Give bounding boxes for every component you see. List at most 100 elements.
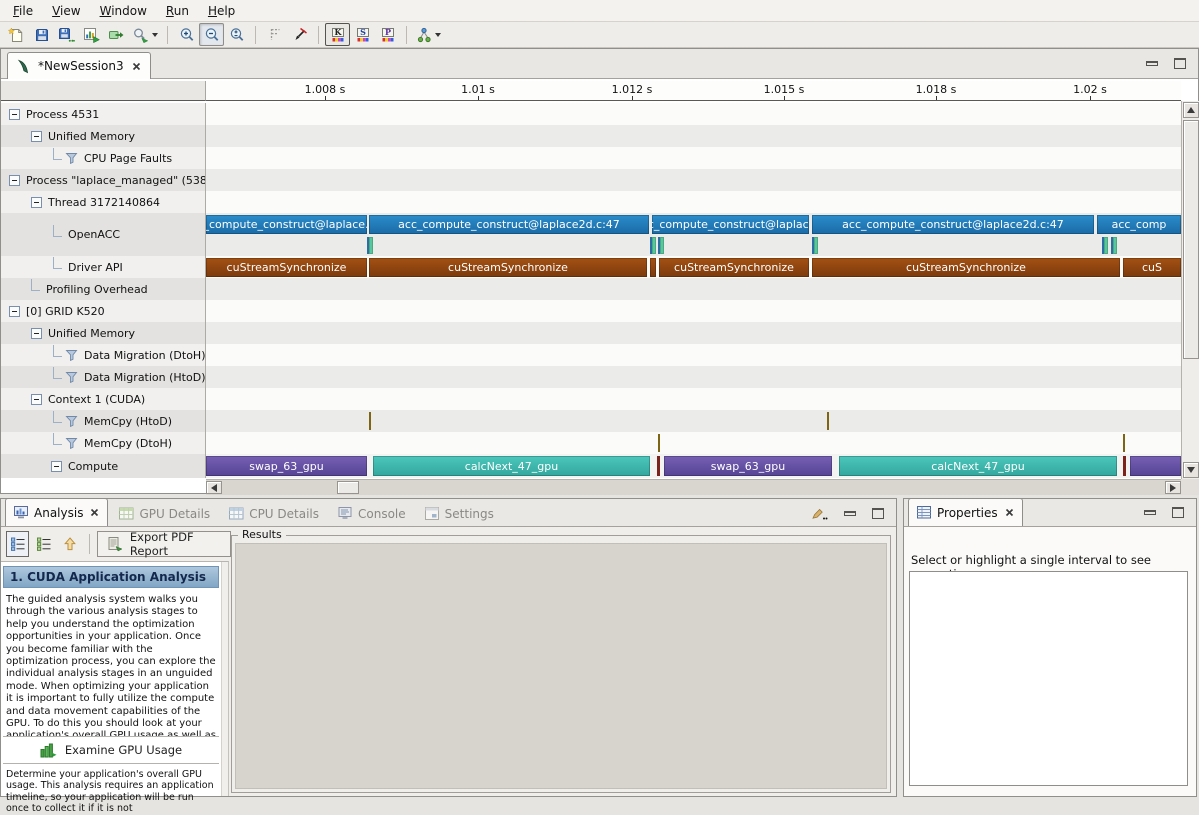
examine-gpu-usage-button[interactable]: Examine GPU Usage <box>3 736 219 764</box>
scroll-left-button[interactable] <box>206 481 222 494</box>
timeline-row-label-unified-memory[interactable]: Unified Memory <box>1 125 206 147</box>
axis-marker-button[interactable] <box>262 23 287 46</box>
vertical-scrollbar[interactable] <box>1181 101 1199 479</box>
vertical-scroll-thumb[interactable] <box>1183 120 1199 359</box>
timeline-row-label-context-1-cuda-[interactable]: Context 1 (CUDA) <box>1 388 206 410</box>
kernel-interval-tick[interactable] <box>1123 456 1126 476</box>
close-icon[interactable] <box>132 62 141 71</box>
tab-gpu-details[interactable]: GPU Details <box>111 501 218 526</box>
dropdown-caret-icon[interactable] <box>435 33 441 37</box>
zoom-in-button[interactable] <box>174 23 199 46</box>
timeline-row-label-data-migration-dtoh-[interactable]: Data Migration (DtoH) <box>1 344 206 366</box>
interval-bar-openacc[interactable]: acc_compute_construct@laplace... <box>652 215 809 234</box>
interval-bar-driver-api[interactable]: cuStreamSynchronize <box>206 258 367 277</box>
timeline-row-label-memcpy-htod-[interactable]: MemCpy (HtoD) <box>1 410 206 432</box>
tab-settings[interactable]: Settings <box>417 501 502 526</box>
minimize-icon[interactable] <box>1144 510 1156 515</box>
minimize-icon[interactable] <box>844 511 856 516</box>
collapse-minus-icon[interactable] <box>31 394 42 405</box>
maximize-icon[interactable] <box>872 508 884 519</box>
menu-file[interactable]: File <box>4 2 43 20</box>
memcpy-interval-tick[interactable] <box>1123 434 1125 452</box>
zoom-fit-button[interactable] <box>224 23 249 46</box>
memcpy-interval-tick[interactable] <box>658 434 660 452</box>
timeline-ruler[interactable]: 1.008 s1.01 s1.012 s1.015 s1.018 s1.02 s <box>206 81 1181 101</box>
menu-help[interactable]: Help <box>199 2 245 20</box>
interval-bar-kernel[interactable]: swap_63_gpu <box>206 456 367 476</box>
timeline-row-label-thread-3172140864[interactable]: Thread 3172140864 <box>1 191 206 213</box>
openacc-wait-mark[interactable] <box>812 237 818 254</box>
new-session-button[interactable] <box>4 23 29 46</box>
export-pdf-report-button[interactable]: Export PDF Report <box>97 531 231 557</box>
collapse-minus-icon[interactable] <box>9 306 20 317</box>
view-menu-icon[interactable] <box>811 507 828 520</box>
collapse-minus-icon[interactable] <box>51 461 62 472</box>
horizontal-scrollbar[interactable] <box>206 479 1181 495</box>
timeline-row-label-memcpy-dtoh-[interactable]: MemCpy (DtoH) <box>1 432 206 454</box>
interval-bar-driver-api[interactable]: cuS <box>1123 258 1181 277</box>
collapse-minus-icon[interactable] <box>31 131 42 142</box>
interval-bar-driver-api[interactable]: cuStreamSynchronize <box>812 258 1120 277</box>
properties-tab[interactable]: Properties <box>908 498 1023 526</box>
scroll-right-button[interactable] <box>1165 481 1181 494</box>
minimize-icon[interactable] <box>1146 61 1158 66</box>
openacc-wait-mark[interactable] <box>1111 237 1117 254</box>
unguided-view-button[interactable] <box>32 531 55 557</box>
collapse-minus-icon[interactable] <box>9 175 20 186</box>
maximize-icon[interactable] <box>1174 58 1186 69</box>
tab-analysis[interactable]: Analysis <box>5 498 108 526</box>
timeline-row-label-profiling-overhead[interactable]: Profiling Overhead <box>1 278 206 300</box>
interval-bar-driver-api[interactable] <box>650 258 656 277</box>
save-all-button[interactable] <box>54 23 79 46</box>
close-icon[interactable] <box>1005 508 1014 517</box>
timeline-row-label--0-grid-k520[interactable]: [0] GRID K520 <box>1 300 206 322</box>
timeline-row-label-process-laplace-managed-538-[interactable]: Process "laplace_managed" (538) <box>1 169 206 191</box>
interval-bar-openacc[interactable]: acc_comp <box>1097 215 1181 234</box>
interval-bar-kernel[interactable]: calcNext_47_gpu <box>839 456 1117 476</box>
memcpy-interval-tick[interactable] <box>827 412 829 430</box>
scroll-down-button[interactable] <box>1183 462 1199 478</box>
interval-bar-kernel[interactable] <box>1130 456 1181 476</box>
close-icon[interactable] <box>90 508 99 517</box>
kernel-interval-tick[interactable] <box>657 456 660 476</box>
memcpy-interval-tick[interactable] <box>369 412 371 430</box>
maximize-icon[interactable] <box>1172 507 1184 518</box>
interval-bar-kernel[interactable]: swap_63_gpu <box>664 456 832 476</box>
analysis-scrollbar[interactable] <box>221 562 228 796</box>
timeline-row-label-driver-api[interactable]: Driver API <box>1 256 206 278</box>
collapse-minus-icon[interactable] <box>31 197 42 208</box>
timeline-row-label-process-4531[interactable]: Process 4531 <box>1 103 206 125</box>
kernel-timeline-button[interactable]: K <box>325 23 350 46</box>
collapse-minus-icon[interactable] <box>9 109 20 120</box>
menu-run[interactable]: Run <box>157 2 199 20</box>
guided-view-button[interactable] <box>6 531 29 557</box>
session-tab[interactable]: *NewSession3 <box>7 52 151 79</box>
interval-bar-openacc[interactable]: acc_compute_construct@laplace2d.c:47 <box>812 215 1094 234</box>
scroll-up-button[interactable] <box>1183 102 1199 118</box>
reset-zoom-button[interactable] <box>287 23 312 46</box>
tab-console[interactable]: Console <box>330 501 414 526</box>
timeline-row-label-openacc[interactable]: OpenACC <box>1 213 206 256</box>
openacc-wait-mark[interactable] <box>658 237 664 254</box>
show-summary-button[interactable] <box>104 23 129 46</box>
zoom-out-button[interactable] <box>199 23 224 46</box>
analysis-system-button[interactable] <box>413 23 444 46</box>
search-button[interactable] <box>129 23 161 46</box>
openacc-wait-mark[interactable] <box>367 237 373 254</box>
timeline-row-label-unified-memory[interactable]: Unified Memory <box>1 322 206 344</box>
dropdown-caret-icon[interactable] <box>152 33 158 37</box>
save-button[interactable] <box>29 23 54 46</box>
menu-view[interactable]: View <box>43 2 90 20</box>
interval-bar-driver-api[interactable]: cuStreamSynchronize <box>369 258 647 277</box>
collapse-all-button[interactable] <box>59 531 82 557</box>
tab-cpu-details[interactable]: CPU Details <box>221 501 327 526</box>
interval-bar-openacc[interactable]: c_compute_construct@laplace... <box>206 215 367 234</box>
process-timeline-button[interactable]: P <box>375 23 400 46</box>
openacc-wait-mark[interactable] <box>650 237 656 254</box>
menu-window[interactable]: Window <box>91 2 157 20</box>
interval-bar-driver-api[interactable]: cuStreamSynchronize <box>659 258 809 277</box>
horizontal-scroll-thumb[interactable] <box>337 481 359 494</box>
collapse-minus-icon[interactable] <box>31 328 42 339</box>
timeline-row-label-compute[interactable]: Compute <box>1 454 206 478</box>
timeline-row-label-data-migration-htod-[interactable]: Data Migration (HtoD) <box>1 366 206 388</box>
